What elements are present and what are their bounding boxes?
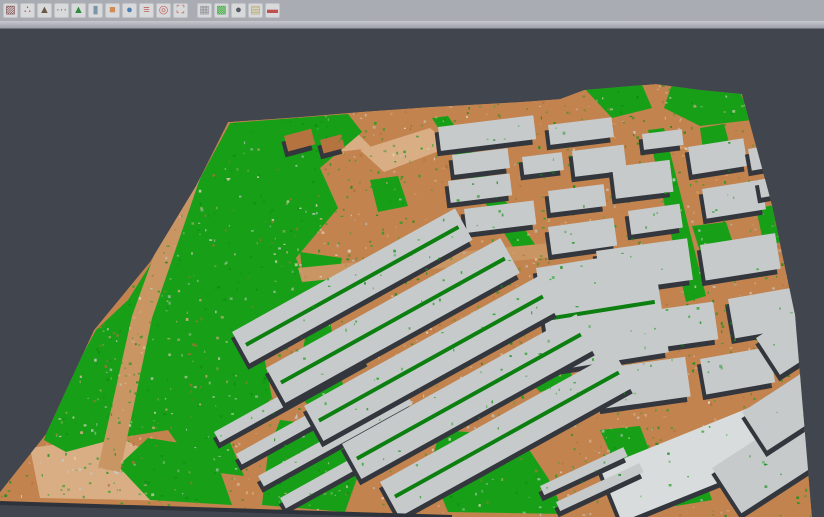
terrain-layer [0, 80, 824, 517]
vegetation-icon[interactable]: ▲ [71, 3, 86, 18]
ground-patch-icon[interactable]: ■ [105, 3, 120, 18]
column-icon[interactable]: ▮ [88, 3, 103, 18]
layers-icon[interactable]: ≡ [139, 3, 154, 18]
globe-icon[interactable]: ● [122, 3, 137, 18]
points-color-icon[interactable]: ∴ [20, 3, 35, 18]
raster-icon[interactable]: ▦ [197, 3, 212, 18]
clipboard-icon[interactable]: ▤ [248, 3, 263, 18]
target-icon[interactable]: ◎ [156, 3, 171, 18]
flag-icon[interactable]: ▬ [265, 3, 280, 18]
main-toolbar: ▨∴▲⋯▲▮■●≡◎⛶▦▩●▤▬ [0, 0, 824, 21]
open-dataset-icon[interactable]: ▨ [3, 3, 18, 18]
selection-icon[interactable]: ⛶ [173, 3, 188, 18]
toolbar-splitter[interactable] [0, 21, 824, 29]
toolbar-group-separator [188, 10, 197, 11]
building [608, 160, 674, 204]
application-window: ▨∴▲⋯▲▮■●≡◎⛶▦▩●▤▬ [0, 0, 824, 517]
toolbar-group: ▨∴▲⋯▲▮■●≡◎⛶ [3, 3, 188, 18]
point-cloud-scene [0, 29, 824, 517]
mesh-icon[interactable]: ● [231, 3, 246, 18]
classification-icon[interactable]: ▩ [214, 3, 229, 18]
terrain-icon[interactable]: ▲ [37, 3, 52, 18]
sparse-points-icon[interactable]: ⋯ [54, 3, 69, 18]
toolbar-group: ▦▩●▤▬ [197, 3, 280, 18]
viewport-3d[interactable] [0, 29, 824, 517]
